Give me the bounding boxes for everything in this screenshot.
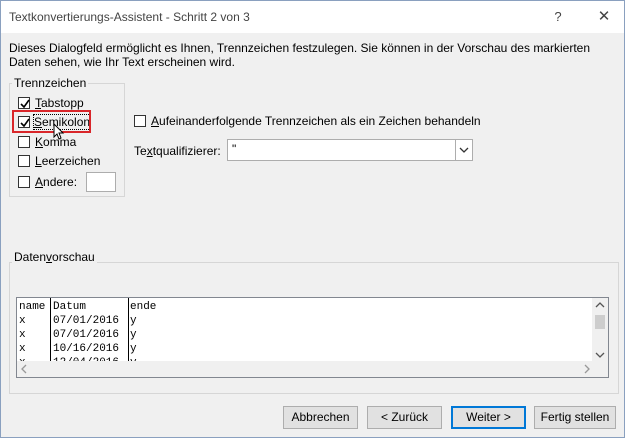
tabstopp-checkbox[interactable] — [18, 97, 30, 109]
preview-cell: y — [130, 343, 137, 355]
back-button[interactable]: < Zurück — [367, 406, 442, 429]
scrollbar-corner — [592, 361, 608, 377]
preview-cell: name — [19, 301, 46, 313]
andere-label: Andere: — [35, 175, 78, 189]
intro-text: Dieses Dialogfeld ermöglicht es Ihnen, T… — [9, 41, 590, 69]
cancel-button[interactable]: Abbrechen — [283, 406, 358, 429]
preview-cell: x — [19, 315, 26, 327]
tabstopp-label: Tabstopp — [35, 96, 84, 110]
preview-cell: x — [19, 329, 26, 341]
komma-label: Komma — [35, 135, 77, 149]
table-row: x 07/01/2016 y — [17, 315, 594, 329]
dialog-window: Textkonvertierungs-Assistent - Schritt 2… — [0, 0, 625, 438]
consecutive-delimiters-label: Aufeinanderfolgende Trennzeichen als ein… — [151, 114, 481, 128]
scroll-arrows-icon — [595, 302, 605, 358]
leerzeichen-label: Leerzeichen — [35, 154, 101, 168]
chevron-down-icon — [459, 147, 469, 153]
dropdown-arrow[interactable] — [455, 140, 472, 160]
data-preview[interactable]: name Datum ende x 07/01/2016 y x 07/01/2… — [16, 297, 609, 378]
check-icon — [20, 99, 30, 109]
finish-button[interactable]: Fertig stellen — [534, 406, 616, 429]
help-button[interactable]: ? — [546, 7, 570, 27]
preview-cell: y — [130, 315, 137, 327]
andere-checkbox[interactable] — [18, 176, 30, 188]
text-qualifier-value: " — [232, 142, 237, 156]
preview-cell: x — [19, 343, 26, 355]
preview-legend: Datenvorschau — [12, 250, 97, 264]
text-qualifier-label: Textqualifizierer: — [134, 144, 221, 158]
close-button[interactable]: ✕ — [592, 7, 616, 27]
preview-cell: ende — [130, 301, 157, 313]
preview-cell: 07/01/2016 — [53, 329, 120, 341]
komma-checkbox[interactable] — [18, 136, 30, 148]
column-separator[interactable] — [128, 298, 129, 362]
horizontal-scrollbar[interactable] — [17, 361, 594, 377]
vertical-scrollbar[interactable] — [592, 298, 608, 362]
preview-cell: y — [130, 329, 137, 341]
consecutive-delimiters-checkbox[interactable] — [134, 115, 146, 127]
table-row: x 07/01/2016 y — [17, 329, 594, 343]
preview-cell: 10/16/2016 — [53, 343, 120, 355]
andere-input[interactable] — [86, 172, 116, 192]
window-title: Textkonvertierungs-Assistent - Schritt 2… — [9, 10, 250, 24]
title-bar: Textkonvertierungs-Assistent - Schritt 2… — [1, 1, 624, 33]
preview-header-row: name Datum ende — [17, 301, 594, 315]
delimiters-legend: Trennzeichen — [12, 76, 89, 90]
leerzeichen-checkbox[interactable] — [18, 155, 30, 167]
preview-cell: Datum — [53, 301, 87, 313]
next-button[interactable]: Weiter > — [451, 406, 526, 429]
column-separator[interactable] — [50, 298, 51, 362]
scroll-arrows-icon — [21, 364, 590, 374]
text-qualifier-select[interactable]: " — [227, 139, 473, 161]
table-row: x 10/16/2016 y — [17, 343, 594, 357]
preview-cell: 07/01/2016 — [53, 315, 120, 327]
annotation-highlight-box — [12, 110, 91, 133]
